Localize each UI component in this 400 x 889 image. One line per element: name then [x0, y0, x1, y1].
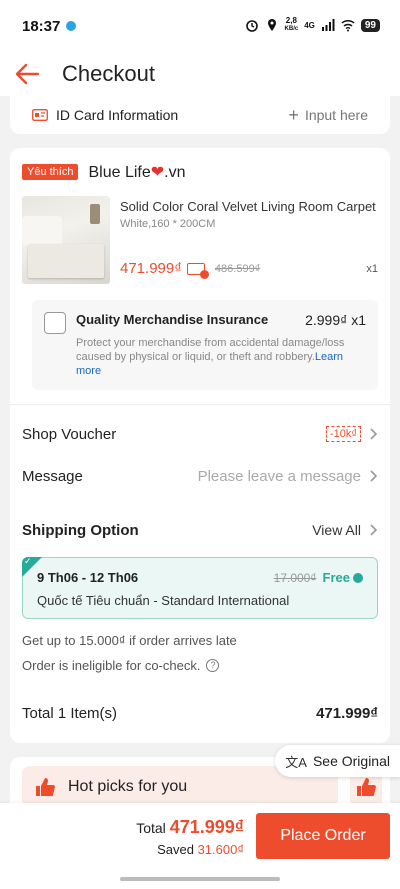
view-all-link[interactable]: View All [312, 522, 361, 538]
plus-icon: + [288, 104, 299, 125]
id-card-label: ID Card Information [56, 107, 179, 123]
status-icons: 2,8 KB/c 4G 99 [245, 16, 380, 34]
alarm-icon [245, 20, 258, 32]
hot-picks-label: Hot picks for you [68, 778, 188, 795]
product-old-price: 486.599₫ [214, 262, 261, 275]
page-title: Checkout [62, 61, 155, 86]
shop-order-card: Yêu thích Blue Life❤.vn Solid Color Cora… [10, 148, 390, 743]
shipping-title: Shipping Option [22, 521, 139, 539]
shop-voucher-row[interactable]: Shop Voucher -10k₫ [22, 413, 378, 455]
order-total-row: Total 1 Item(s) 471.999₫ [22, 683, 378, 743]
see-original-button[interactable]: 文A See Original [275, 745, 400, 777]
battery-indicator: 99 [360, 18, 380, 32]
id-card-input-link[interactable]: + Input here [288, 105, 368, 126]
status-time: 18:37 [22, 17, 61, 35]
status-bar: 18:37 2,8 KB/c 4G 99 [0, 0, 400, 52]
product-quantity: x1 [366, 262, 378, 275]
network-type: 4G [304, 20, 315, 30]
thumb-up-icon [36, 778, 55, 796]
network-speed: 2,8 KB/c [284, 16, 299, 32]
shipping-header: Shipping Option View All [22, 509, 378, 551]
insurance-title: Quality Merchandise Insurance [76, 312, 269, 327]
shipping-old-fee: 17.000₫ [273, 570, 317, 585]
shipping-option-selected[interactable]: 9 Th06 - 12 Th06 17.000₫ Free Quốc tế Ti… [22, 557, 378, 619]
chevron-right-icon [370, 428, 378, 440]
product-name: Solid Color Coral Velvet Living Room Car… [120, 199, 376, 214]
signal-icon [321, 19, 335, 31]
place-order-button[interactable]: Place Order [256, 813, 390, 859]
shipping-fee: Free [322, 570, 350, 585]
see-original-label: See Original [312, 753, 390, 769]
footer-saved: Saved 31.600₫ [157, 842, 244, 857]
insurance-price: 2.999₫ x1 [305, 312, 366, 328]
thumb-up-icon [357, 778, 376, 796]
heart-icon: ❤ [150, 164, 165, 181]
divider [10, 404, 390, 405]
checkout-footer: Total 471.999₫ Saved 31.600₫ Place Order [0, 803, 400, 889]
voucher-tag: -10k₫ [325, 426, 361, 442]
back-arrow-icon[interactable] [14, 61, 40, 87]
telegram-icon [66, 21, 77, 31]
co-check-text: Order is ineligible for co-check. [22, 658, 201, 673]
home-indicator[interactable] [120, 877, 280, 881]
wifi-icon [341, 19, 355, 32]
shop-name: Blue Life❤.vn [88, 164, 186, 181]
voucher-applied-icon [186, 262, 209, 279]
id-card-row[interactable]: ID Card Information + Input here [10, 96, 390, 134]
translate-icon: 文A [285, 754, 307, 770]
delivery-dates: 9 Th06 - 12 Th06 [37, 570, 139, 585]
location-icon [267, 19, 276, 31]
message-row[interactable]: Message Please leave a message [22, 455, 378, 497]
id-card-icon [32, 109, 48, 121]
message-input[interactable]: Please leave a message [198, 468, 361, 485]
product-variant: White,160 * 200CM [120, 218, 216, 230]
product-price: 471.999₫ [120, 260, 182, 277]
insurance-description: Protect your merchandise from accidental… [76, 337, 345, 377]
shipping-method: Quốc tế Tiêu chuẩn - Standard Internatio… [37, 593, 290, 608]
shop-header[interactable]: Yêu thích Blue Life❤.vn [22, 162, 378, 182]
free-shipping-icon [353, 572, 363, 583]
id-card-action-label: Input here [304, 107, 368, 123]
page-header: Checkout [0, 52, 400, 96]
chevron-right-icon [370, 470, 378, 482]
co-check-note: Order is ineligible for co-check. ? [22, 658, 378, 673]
question-icon[interactable]: ? [206, 659, 220, 672]
total-items-label: Total 1 Item(s) [22, 704, 118, 722]
shop-voucher-label: Shop Voucher [22, 425, 117, 443]
insurance-option: Quality Merchandise Insurance 2.999₫ x1 … [32, 300, 378, 390]
footer-total: Total 471.999₫ [136, 817, 244, 837]
message-label: Message [22, 467, 83, 485]
favorite-badge: Yêu thích [22, 164, 79, 180]
total-items-value: 471.999₫ [316, 704, 378, 722]
late-delivery-note: Get up to 15.000₫ if order arrives late [22, 633, 237, 648]
chevron-right-icon [370, 524, 378, 536]
product-item[interactable]: Solid Color Coral Velvet Living Room Car… [22, 196, 378, 284]
insurance-checkbox[interactable] [44, 312, 66, 334]
product-image [22, 196, 110, 284]
